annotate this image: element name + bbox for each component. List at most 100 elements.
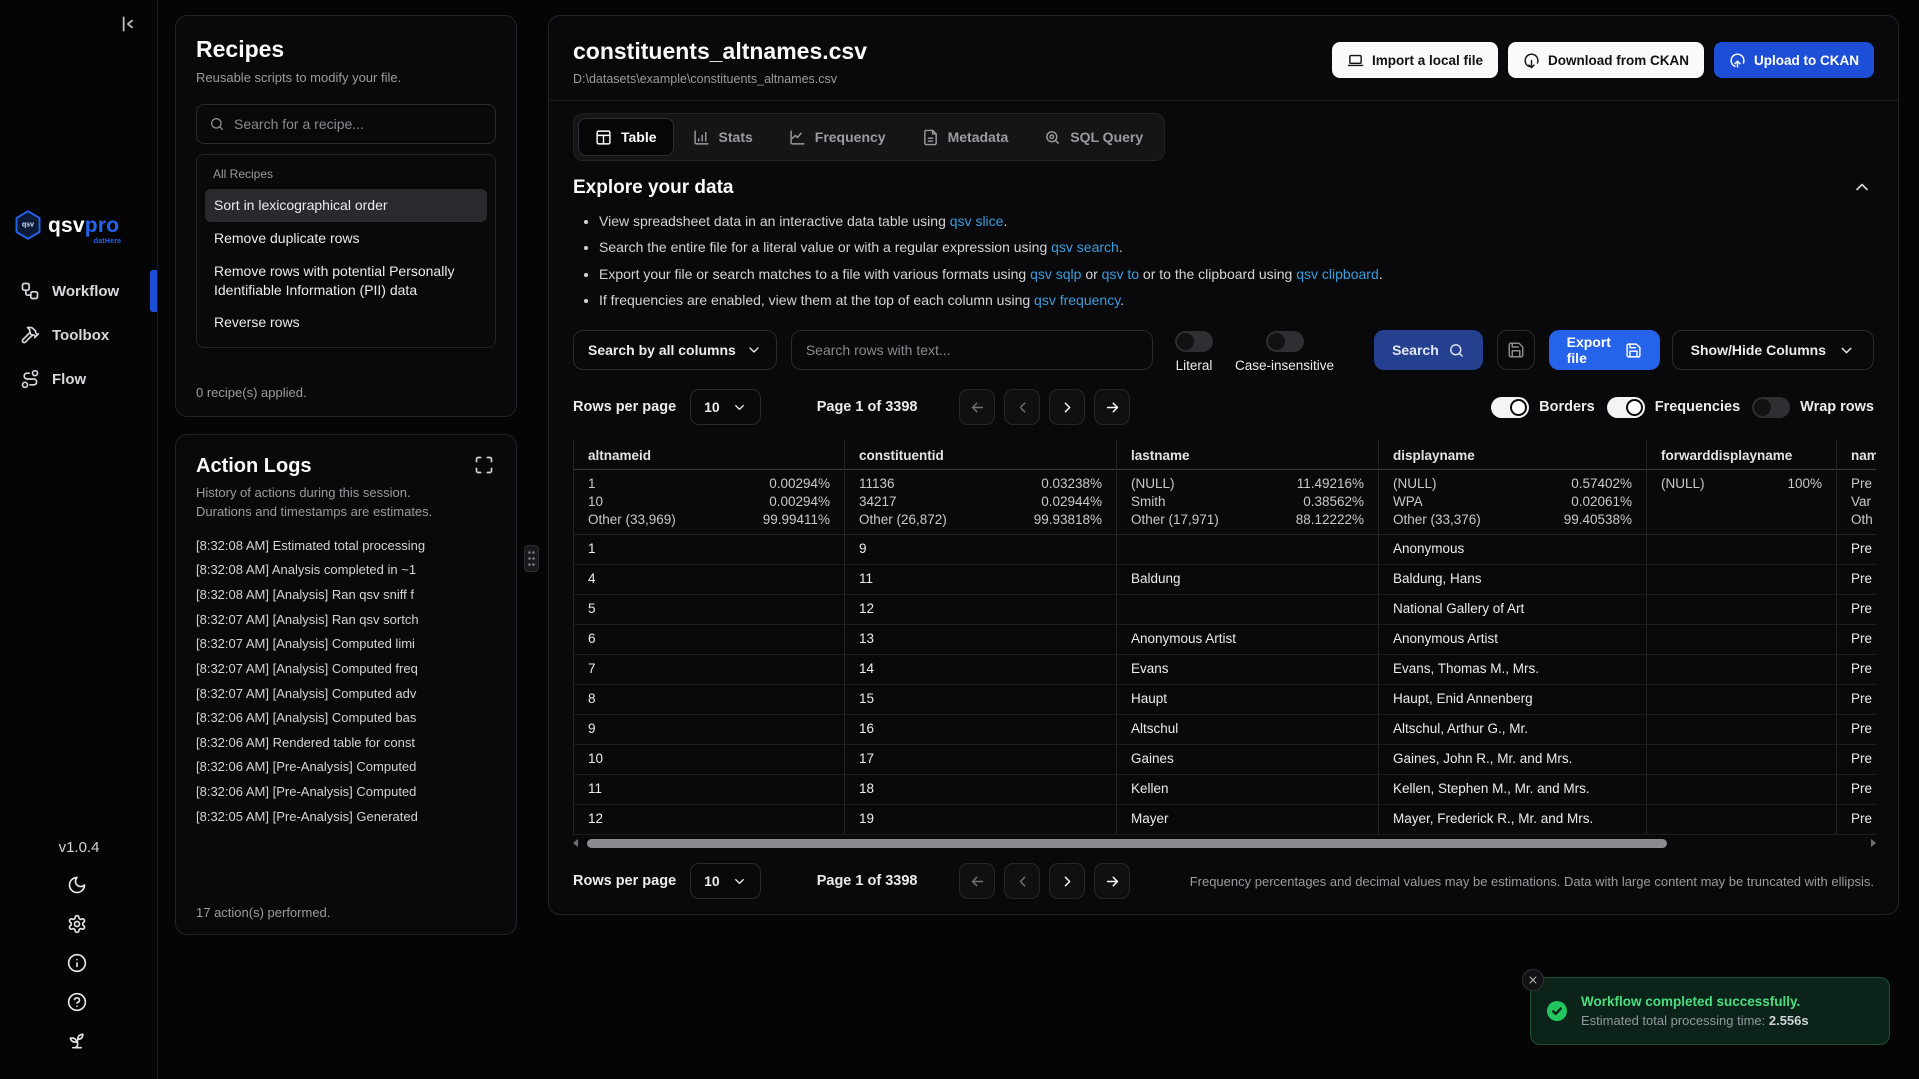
gear-icon[interactable] bbox=[67, 914, 91, 938]
toast-close-icon[interactable] bbox=[1522, 969, 1544, 991]
previous-page-button[interactable] bbox=[1004, 863, 1040, 899]
table-cell: Pre bbox=[1837, 805, 1876, 834]
scroll-right-arrow[interactable] bbox=[1871, 839, 1876, 847]
first-page-button[interactable] bbox=[959, 863, 995, 899]
cloud-up-icon bbox=[1729, 52, 1746, 69]
frequency-percent: 99.99411% bbox=[763, 512, 830, 527]
search-column-selector[interactable]: Search by all columns bbox=[573, 330, 777, 370]
last-page-button[interactable] bbox=[1094, 389, 1130, 425]
table-row[interactable]: 411BaldungBaldung, HansPre bbox=[573, 565, 1876, 595]
bullet-text: or bbox=[1081, 266, 1101, 282]
table-row[interactable]: 714EvansEvans, Thomas M., Mrs.Pre bbox=[573, 655, 1876, 685]
page-size-select[interactable]: 10 bbox=[690, 863, 761, 899]
toggle-label: Literal bbox=[1176, 358, 1213, 373]
save-search-button[interactable] bbox=[1497, 330, 1535, 370]
cell-text: Anonymous Artist bbox=[1117, 625, 1378, 654]
next-page-button[interactable] bbox=[1049, 389, 1085, 425]
toast-title: Workflow completed successfully. bbox=[1581, 994, 1809, 1009]
recipe-search-input[interactable]: Search for a recipe... bbox=[196, 104, 496, 144]
inline-link[interactable]: qsv sqlp bbox=[1030, 266, 1081, 282]
search-button-label: Search bbox=[1392, 342, 1439, 358]
info-icon[interactable] bbox=[67, 953, 91, 977]
cell-text: 11 bbox=[845, 565, 1116, 594]
recipe-item-remove-duplicate-rows[interactable]: Remove duplicate rows bbox=[205, 222, 487, 255]
table-cell: Evans bbox=[1117, 655, 1379, 684]
table-row[interactable]: 1017GainesGaines, John R., Mr. and Mrs.P… bbox=[573, 745, 1876, 775]
table-cell: Evans, Thomas M., Mrs. bbox=[1379, 655, 1647, 684]
column-header-lastname[interactable]: lastname(NULL)11.49216%Smith0.38562%Othe… bbox=[1117, 439, 1379, 535]
table-row[interactable]: 19AnonymousPre bbox=[573, 535, 1876, 565]
tab-sql-query[interactable]: SQL Query bbox=[1027, 118, 1160, 156]
toggle-switch-literal[interactable] bbox=[1175, 331, 1213, 352]
show-hide-columns-button[interactable]: Show/Hide Columns bbox=[1672, 330, 1874, 370]
toggle-switch-wrap-rows[interactable] bbox=[1752, 397, 1790, 418]
export-file-button[interactable]: Export file bbox=[1549, 330, 1660, 370]
table-row[interactable]: 815HauptHaupt, Enid AnnenbergPre bbox=[573, 685, 1876, 715]
last-page-button[interactable] bbox=[1094, 863, 1130, 899]
toggle-switch-frequencies[interactable] bbox=[1607, 397, 1645, 418]
toggle-label: Frequencies bbox=[1655, 399, 1740, 415]
toggle-switch-case-insensitive[interactable] bbox=[1266, 331, 1304, 352]
recipe-item-reverse-rows[interactable]: Reverse rows bbox=[205, 306, 487, 339]
sidebar-item-flow[interactable]: Flow bbox=[0, 360, 157, 398]
cell-text: Pre bbox=[1837, 625, 1876, 654]
frequency-line: Pre bbox=[1837, 474, 1876, 492]
tab-stats[interactable]: Stats bbox=[676, 118, 770, 156]
tab-metadata[interactable]: Metadata bbox=[905, 118, 1026, 156]
scrollbar-thumb[interactable] bbox=[587, 839, 1667, 848]
inline-link[interactable]: qsv frequency bbox=[1034, 292, 1120, 308]
panel-resize-handle[interactable] bbox=[524, 545, 539, 572]
download-from-ckan-button[interactable]: Download from CKAN bbox=[1508, 42, 1704, 78]
column-header-displayname[interactable]: displayname(NULL)0.57402%WPA0.02061%Othe… bbox=[1379, 439, 1647, 535]
search-button[interactable]: Search bbox=[1374, 330, 1483, 370]
table-row[interactable]: 1118KellenKellen, Stephen M., Mr. and Mr… bbox=[573, 775, 1876, 805]
next-page-button[interactable] bbox=[1049, 863, 1085, 899]
collapse-section-icon[interactable] bbox=[1852, 177, 1874, 199]
first-page-button[interactable] bbox=[959, 389, 995, 425]
inline-link[interactable]: qsv search bbox=[1051, 239, 1119, 255]
chevron-right-icon bbox=[1059, 873, 1076, 890]
help-icon[interactable] bbox=[67, 992, 91, 1016]
table-row[interactable]: 1219MayerMayer, Frederick R., Mr. and Mr… bbox=[573, 805, 1876, 835]
cell-text: 19 bbox=[845, 805, 1116, 834]
cell-text: Pre bbox=[1837, 685, 1876, 714]
table-cell: 15 bbox=[845, 685, 1117, 714]
table-row[interactable]: 916AltschulAltschul, Arthur G., Mr.Pre bbox=[573, 715, 1876, 745]
action-logs-subtitle: History of actions during this session. … bbox=[196, 484, 451, 522]
page-indicator: Page 1 of 3398 bbox=[817, 399, 918, 415]
column-header-altnameid[interactable]: altnameid10.00294%100.00294%Other (33,96… bbox=[573, 439, 845, 535]
recipe-item-remove-rows-with-potential-per[interactable]: Remove rows with potential Personally Id… bbox=[205, 255, 487, 307]
recipe-item-sort-in-lexicographical-order[interactable]: Sort in lexicographical order bbox=[205, 189, 487, 222]
horizontal-scrollbar[interactable] bbox=[573, 837, 1876, 849]
upload-to-ckan-button[interactable]: Upload to CKAN bbox=[1714, 42, 1874, 78]
toggle-switch-borders[interactable] bbox=[1491, 397, 1529, 418]
table-row[interactable]: 512National Gallery of ArtPre bbox=[573, 595, 1876, 625]
previous-page-button[interactable] bbox=[1004, 389, 1040, 425]
inline-link[interactable]: qsv clipboard bbox=[1296, 266, 1379, 282]
collapse-sidebar-icon[interactable] bbox=[113, 10, 141, 38]
import-a-local-file-button[interactable]: Import a local file bbox=[1332, 42, 1498, 78]
cell-text: 6 bbox=[574, 625, 844, 654]
sidebar-item-workflow[interactable]: Workflow bbox=[0, 272, 157, 310]
inline-link[interactable]: qsv slice bbox=[950, 213, 1004, 229]
table-cell: Pre bbox=[1837, 565, 1876, 594]
sidebar-item-toolbox[interactable]: Toolbox bbox=[0, 316, 157, 354]
recipe-search-placeholder: Search for a recipe... bbox=[234, 116, 364, 132]
table-cell: 12 bbox=[845, 595, 1117, 624]
tab-label: Stats bbox=[719, 129, 753, 145]
expand-logs-icon[interactable] bbox=[474, 455, 496, 477]
tab-frequency[interactable]: Frequency bbox=[772, 118, 903, 156]
column-header-forwarddisplayname[interactable]: forwarddisplayname(NULL)100% bbox=[1647, 439, 1837, 535]
moon-icon[interactable] bbox=[67, 875, 91, 899]
frequency-line: Smith0.38562% bbox=[1117, 492, 1378, 510]
column-header-constituentid[interactable]: constituentid111360.03238%342170.02944%O… bbox=[845, 439, 1117, 535]
page-size-select[interactable]: 10 bbox=[690, 389, 761, 425]
sprout-icon[interactable] bbox=[67, 1031, 91, 1055]
column-header-name[interactable]: namePreVarOth bbox=[1837, 439, 1876, 535]
scroll-left-arrow[interactable] bbox=[573, 839, 578, 847]
table-row[interactable]: 613Anonymous ArtistAnonymous ArtistPre bbox=[573, 625, 1876, 655]
search-input[interactable] bbox=[791, 330, 1153, 370]
tab-table[interactable]: Table bbox=[578, 118, 674, 156]
inline-link[interactable]: qsv to bbox=[1102, 266, 1139, 282]
frequency-value: Other (33,969) bbox=[588, 512, 676, 527]
